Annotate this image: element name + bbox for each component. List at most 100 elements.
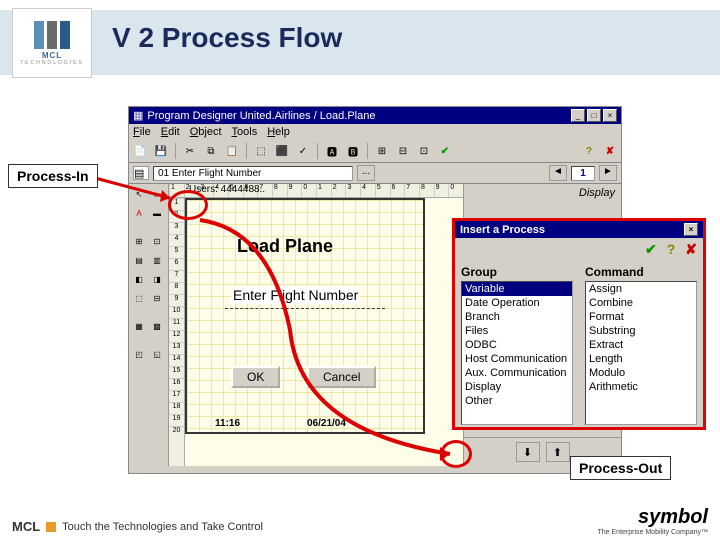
command-item[interactable]: Substring xyxy=(586,324,696,338)
group-item[interactable]: Host Communication xyxy=(462,352,572,366)
palette-tool-13[interactable]: ▦ xyxy=(131,318,147,334)
tool-cancel-icon[interactable]: ✘ xyxy=(601,142,619,160)
dialog-help-icon[interactable]: ? xyxy=(667,241,676,258)
slide-title: V 2 Process Flow xyxy=(112,22,342,54)
tool-b-icon[interactable]: 🅱 xyxy=(344,142,362,160)
command-item[interactable]: Assign xyxy=(586,282,696,296)
canvas-time: 11:16 xyxy=(215,418,240,429)
palette-tool-2[interactable]: ▭ xyxy=(149,186,165,202)
palette-tool-10[interactable]: ◨ xyxy=(149,271,165,287)
step-more-button[interactable]: ... xyxy=(357,165,375,181)
menubar: File Edit Object Tools Help xyxy=(129,124,621,140)
maximize-button[interactable]: □ xyxy=(587,109,601,122)
symbol-name: symbol xyxy=(598,506,709,529)
palette-tool-1[interactable]: ↖ xyxy=(131,186,147,202)
menu-help[interactable]: Help xyxy=(267,126,290,138)
tool-group2-icon[interactable]: ⬛ xyxy=(273,142,291,160)
tool-accept-icon[interactable]: ✔ xyxy=(436,142,454,160)
command-heading: Command xyxy=(585,263,697,281)
screen-grid[interactable]: Load Plane Enter Flight Number OK Cancel… xyxy=(185,198,425,434)
close-button[interactable]: × xyxy=(603,109,617,122)
app-icon: ▦ xyxy=(133,109,143,122)
step-prev-button[interactable]: ◄ xyxy=(549,165,567,181)
minimize-button[interactable]: _ xyxy=(571,109,585,122)
process-in-button[interactable]: ⬇ xyxy=(516,442,540,462)
tool-cut-icon[interactable]: ✂ xyxy=(181,142,199,160)
canvas-ok-button[interactable]: OK xyxy=(231,366,280,388)
command-list[interactable]: AssignCombineFormatSubstringExtractLengt… xyxy=(585,281,697,425)
command-item[interactable]: Modulo xyxy=(586,366,696,380)
design-canvas[interactable]: 12345678901234567890 1234567891011121314… xyxy=(169,184,463,466)
palette-tool-16[interactable]: ◱ xyxy=(149,346,165,362)
group-item[interactable]: Display xyxy=(462,380,572,394)
palette-tool-5[interactable]: ⊞ xyxy=(131,233,147,249)
tool-new-icon[interactable]: 📄 xyxy=(131,142,149,160)
palette-tool-15[interactable]: ◰ xyxy=(131,346,147,362)
command-item[interactable]: Extract xyxy=(586,338,696,352)
palette-tool-6[interactable]: ⊡ xyxy=(149,233,165,249)
group-item[interactable]: Other xyxy=(462,394,572,408)
menu-object[interactable]: Object xyxy=(190,126,222,138)
tool-copy-icon[interactable]: ⧉ xyxy=(202,142,220,160)
menu-file[interactable]: File xyxy=(133,126,151,138)
tool-save-icon[interactable]: 💾 xyxy=(152,142,170,160)
footer-brand: MCL xyxy=(12,519,40,534)
menu-tools[interactable]: Tools xyxy=(232,126,258,138)
dialog-cancel-icon[interactable]: ✘ xyxy=(685,241,697,258)
step-icon[interactable]: ▤ xyxy=(133,166,149,180)
process-in-label: Process-In xyxy=(8,164,98,188)
group-item[interactable]: Variable xyxy=(462,282,572,296)
dialog-close-button[interactable]: × xyxy=(684,223,698,236)
canvas-title: Load Plane xyxy=(237,236,333,257)
ruler-vertical: 1234567891011121314151617181920 xyxy=(169,198,185,466)
display-label: Display xyxy=(464,184,621,202)
command-item[interactable]: Arithmetic xyxy=(586,380,696,394)
palette-tool-11[interactable]: ⬚ xyxy=(131,290,147,306)
footer-square-icon xyxy=(46,522,56,532)
dialog-title: Insert a Process xyxy=(460,224,682,236)
tool-a-icon[interactable]: 🅰 xyxy=(323,142,341,160)
process-out-button[interactable]: ⬆ xyxy=(546,442,570,462)
command-item[interactable]: Length xyxy=(586,352,696,366)
command-item[interactable]: Format xyxy=(586,310,696,324)
palette-tool-12[interactable]: ⊟ xyxy=(149,290,165,306)
highlight-circle-out xyxy=(440,440,472,468)
highlight-circle-in xyxy=(168,190,208,220)
tool-check-icon[interactable]: ✓ xyxy=(294,142,312,160)
palette-tool-3[interactable]: A xyxy=(131,205,147,221)
palette-tool-7[interactable]: ▤ xyxy=(131,252,147,268)
canvas-prompt: Enter Flight Number xyxy=(231,286,360,304)
palette-tool-14[interactable]: ▩ xyxy=(149,318,165,334)
menu-edit[interactable]: Edit xyxy=(161,126,180,138)
window-title: Program Designer United.Airlines / Load.… xyxy=(147,110,569,122)
tool-grid-icon[interactable]: ⊞ xyxy=(373,142,391,160)
group-item[interactable]: Date Operation xyxy=(462,296,572,310)
window-titlebar: ▦ Program Designer United.Airlines / Loa… xyxy=(129,107,621,124)
symbol-tagline: The Enterprise Mobility Company™ xyxy=(598,529,709,536)
insert-process-dialog: Insert a Process × ✔ ? ✘ Group VariableD… xyxy=(452,218,706,430)
tool-help-icon[interactable]: ? xyxy=(580,142,598,160)
canvas-input-field[interactable] xyxy=(225,308,385,309)
mcl-logo: MCL TECHNOLOGIES xyxy=(12,8,92,78)
header-band xyxy=(0,10,720,75)
tool-group1-icon[interactable]: ⬚ xyxy=(252,142,270,160)
tool-paste-icon[interactable]: 📋 xyxy=(223,142,241,160)
palette-tool-4[interactable]: ▬ xyxy=(149,205,165,221)
group-item[interactable]: Aux. Communication xyxy=(462,366,572,380)
tool-align-icon[interactable]: ⊟ xyxy=(394,142,412,160)
palette-tool-8[interactable]: ▥ xyxy=(149,252,165,268)
step-field[interactable]: 01 Enter Flight Number xyxy=(153,166,353,181)
footer: MCL Touch the Technologies and Take Cont… xyxy=(12,519,263,534)
canvas-date: 06/21/04 xyxy=(307,418,346,429)
group-list[interactable]: VariableDate OperationBranchFilesODBCHos… xyxy=(461,281,573,425)
command-item[interactable]: Combine xyxy=(586,296,696,310)
step-next-button[interactable]: ► xyxy=(599,165,617,181)
group-item[interactable]: ODBC xyxy=(462,338,572,352)
tool-snap-icon[interactable]: ⊡ xyxy=(415,142,433,160)
group-heading: Group xyxy=(461,263,573,281)
palette-tool-9[interactable]: ◧ xyxy=(131,271,147,287)
group-item[interactable]: Branch xyxy=(462,310,572,324)
group-item[interactable]: Files xyxy=(462,324,572,338)
dialog-ok-icon[interactable]: ✔ xyxy=(645,241,657,258)
canvas-cancel-button[interactable]: Cancel xyxy=(307,366,376,388)
